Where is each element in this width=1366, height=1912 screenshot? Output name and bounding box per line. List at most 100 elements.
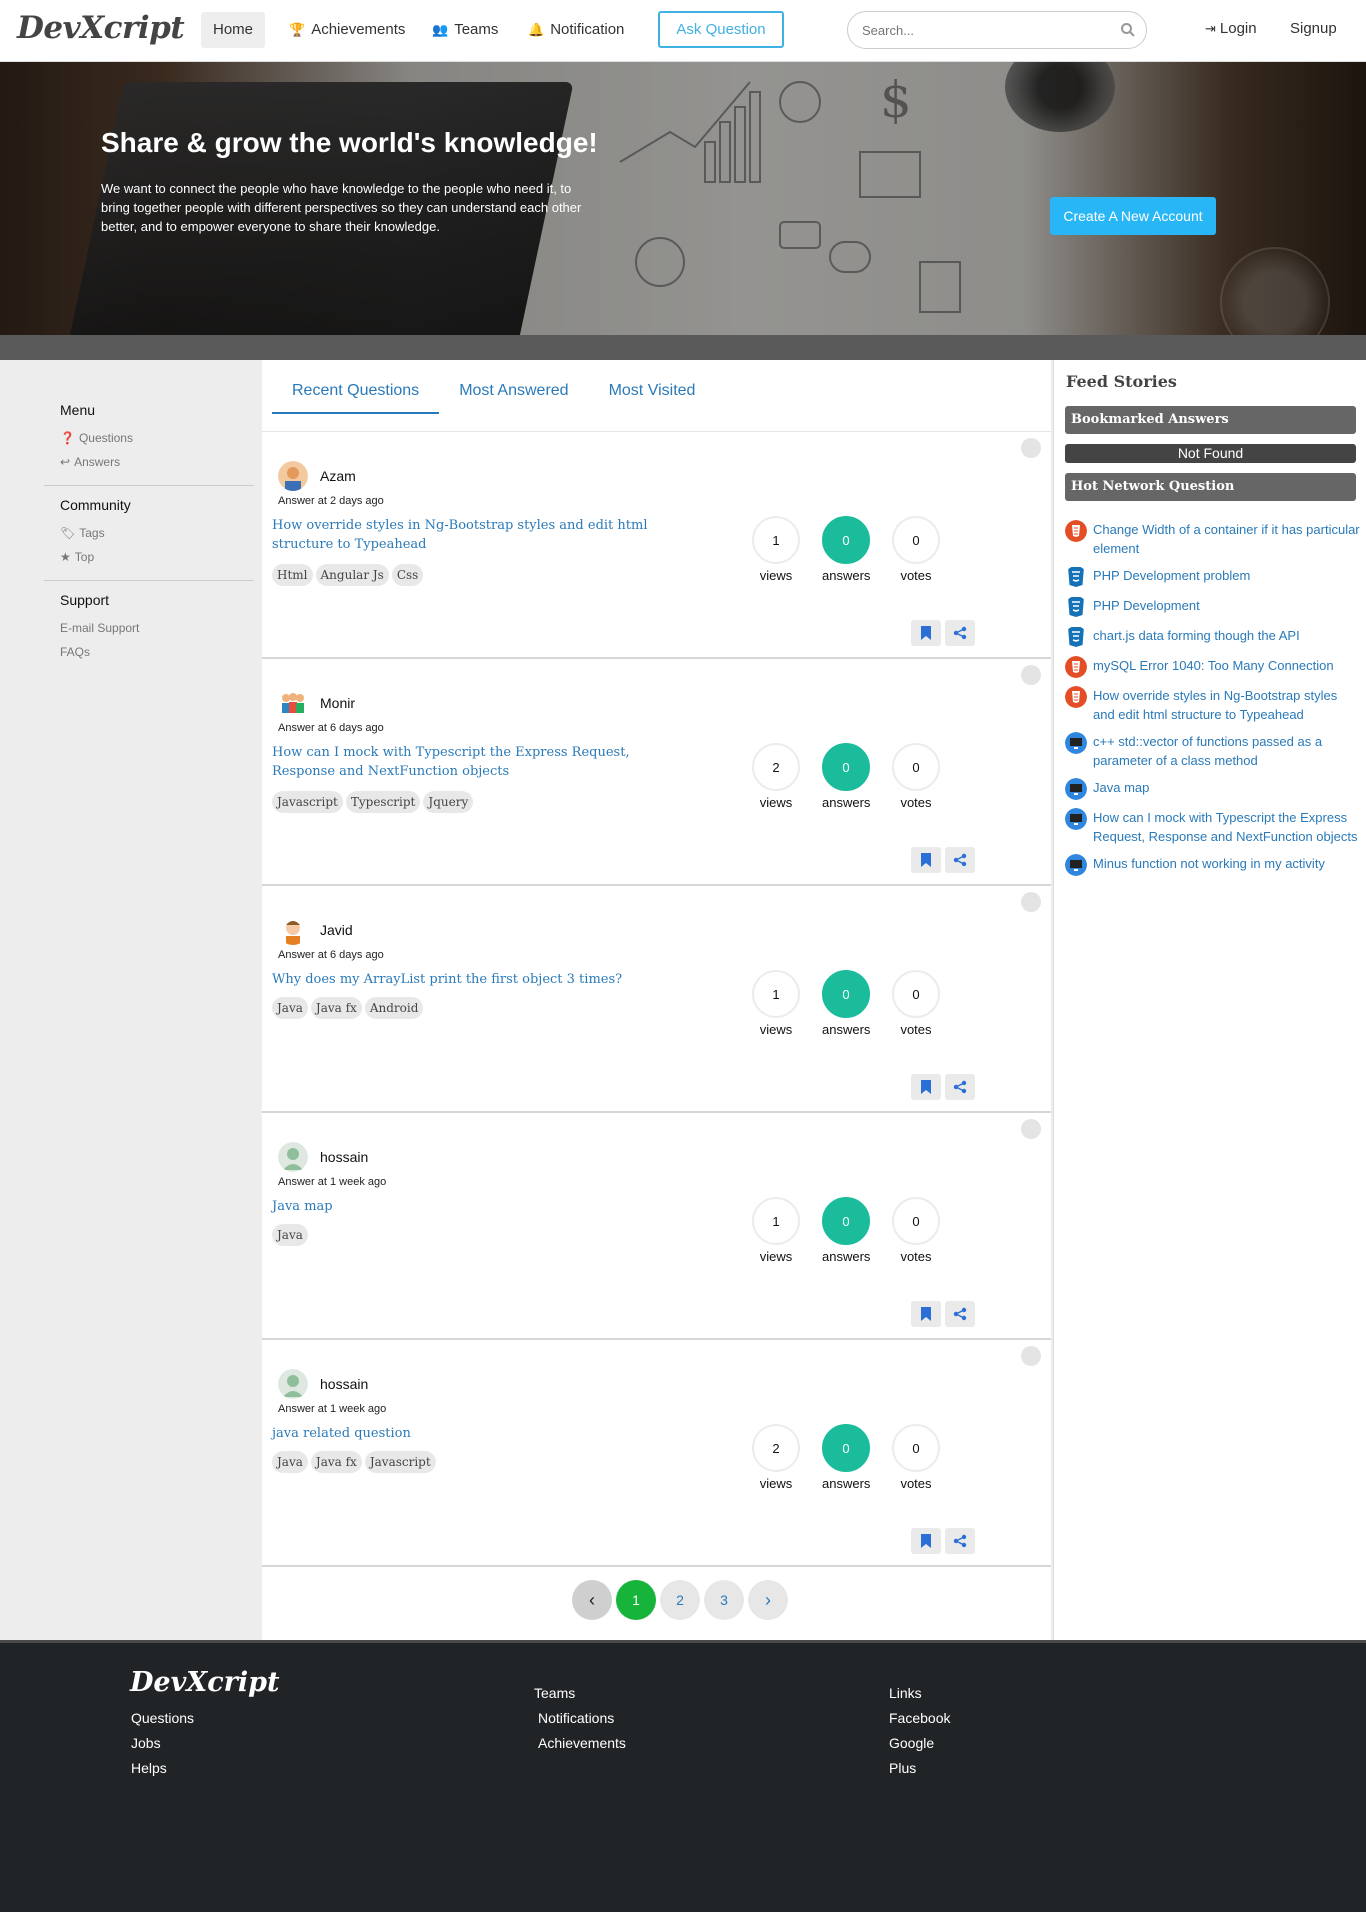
hot-question-link[interactable]: How override styles in Ng-Bootstrap styl… [1093,686,1360,724]
close-icon[interactable] [1021,1119,1041,1139]
nav-teams[interactable]: 👥 Teams [420,12,510,48]
community-section: Community 🏷 Tags ★ Top [44,497,254,581]
footer-link[interactable]: Jobs [131,1735,161,1751]
answers-stat: 0 answers [822,516,870,583]
create-account-button[interactable]: Create A New Account [1050,197,1216,235]
hot-question-link[interactable]: Change Width of a container if it has pa… [1093,520,1360,558]
tab-recent-questions[interactable]: Recent Questions [272,382,440,414]
sidebar-item-top[interactable]: ★ Top [60,545,254,569]
page-button-2[interactable]: 2 [660,1580,700,1620]
question-title[interactable]: How override styles in Ng-Bootstrap styl… [272,516,682,554]
share-button[interactable] [945,620,975,646]
footer-link[interactable]: Questions [131,1710,194,1726]
tag-chip[interactable]: Java fx [310,1451,362,1473]
footer-link[interactable]: Helps [131,1760,167,1776]
nav-home[interactable]: Home [201,12,266,48]
footer-link[interactable]: Facebook [889,1710,950,1726]
tag-chip[interactable]: Jquery [423,791,474,813]
tag-chip[interactable]: Css [391,564,424,586]
close-icon[interactable] [1021,438,1041,458]
hot-question-item[interactable]: mySQL Error 1040: Too Many Connection [1065,656,1360,678]
share-button[interactable] [945,1301,975,1327]
hot-question-item[interactable]: How override styles in Ng-Bootstrap styl… [1065,686,1360,724]
sidebar-item-label: Tags [79,526,105,540]
footer-link[interactable]: Links [889,1685,922,1701]
nav-achievements[interactable]: 🏆 Achievements [277,12,417,48]
bookmark-button[interactable] [911,1301,941,1327]
nav-notification[interactable]: 🔔 Notification [516,12,636,48]
footer-link[interactable]: Google [889,1735,934,1751]
close-icon[interactable] [1021,892,1041,912]
share-button[interactable] [945,1528,975,1554]
search-input[interactable] [862,12,1112,48]
hot-question-item[interactable]: PHP Development problem [1065,566,1360,588]
tag-chip[interactable]: Html [272,564,313,586]
hot-question-list: Change Width of a container if it has pa… [1065,520,1360,884]
footer-link[interactable]: Teams [534,1685,575,1701]
share-button[interactable] [945,847,975,873]
hot-question-item[interactable]: c++ std::vector of functions passed as a… [1065,732,1360,770]
hot-question-link[interactable]: Minus function not working in my activit… [1093,854,1325,873]
tag-chip[interactable]: Javascript [364,1451,436,1473]
hot-question-link[interactable]: mySQL Error 1040: Too Many Connection [1093,656,1334,675]
bookmarked-answers-header[interactable]: Bookmarked Answers [1065,406,1356,434]
next-page-button[interactable]: › [748,1580,788,1620]
signup-link[interactable]: Signup [1290,20,1337,37]
question-title[interactable]: java related question [272,1424,682,1443]
share-button[interactable] [945,1074,975,1100]
hot-question-link[interactable]: c++ std::vector of functions passed as a… [1093,732,1360,770]
tab-most-answered[interactable]: Most Answered [439,382,588,414]
close-icon[interactable] [1021,1346,1041,1366]
tag-chip[interactable]: Typescript [345,791,421,813]
footer-link[interactable]: Achievements [538,1735,626,1751]
bookmark-button[interactable] [911,620,941,646]
tag-chip[interactable]: Java [272,997,308,1019]
bookmark-button[interactable] [911,1074,941,1100]
hot-question-item[interactable]: How can I mock with Typescript the Expre… [1065,808,1360,846]
hot-question-link[interactable]: PHP Development problem [1093,566,1250,585]
author-name[interactable]: Monir [320,695,355,711]
ask-question-button[interactable]: Ask Question [658,11,784,48]
brand-logo[interactable]: DevXcript [17,10,185,46]
sidebar-item-questions[interactable]: ❓ Questions [60,426,254,450]
login-link[interactable]: ⇥ Login [1205,20,1257,37]
footer-link[interactable]: Plus [889,1760,916,1776]
hot-question-item[interactable]: Change Width of a container if it has pa… [1065,520,1360,558]
search-icon[interactable] [1120,22,1136,38]
question-title[interactable]: How can I mock with Typescript the Expre… [272,743,682,781]
hot-question-item[interactable]: PHP Development [1065,596,1360,618]
author-name[interactable]: hossain [320,1376,368,1392]
hot-question-item[interactable]: Java map [1065,778,1360,800]
author-name[interactable]: Javid [320,922,353,938]
hot-question-link[interactable]: chart.js data forming though the API [1093,626,1300,645]
hot-question-link[interactable]: How can I mock with Typescript the Expre… [1093,808,1360,846]
bookmark-button[interactable] [911,847,941,873]
tag-chip[interactable]: Java fx [310,997,362,1019]
bookmark-button[interactable] [911,1528,941,1554]
hot-question-item[interactable]: chart.js data forming though the API [1065,626,1360,648]
question-title[interactable]: Why does my ArrayList print the first ob… [272,970,682,989]
footer-link[interactable]: Notifications [538,1710,614,1726]
author-name[interactable]: hossain [320,1149,368,1165]
hot-question-link[interactable]: Java map [1093,778,1149,797]
sidebar-item-tags[interactable]: 🏷 Tags [60,521,254,545]
tag-chip[interactable]: Android [364,997,424,1019]
page-button-1[interactable]: 1 [616,1580,656,1620]
question-title[interactable]: Java map [272,1197,682,1216]
sidebar-item-email-support[interactable]: E-mail Support [60,616,254,640]
tag-chip[interactable]: Javascript [272,791,343,813]
tag-chip[interactable]: Java [272,1451,308,1473]
bookmark-icon [921,1307,931,1321]
author-name[interactable]: Azam [320,468,356,484]
tag-chip[interactable]: Java [272,1224,308,1246]
hot-question-link[interactable]: PHP Development [1093,596,1200,615]
footer-brand-logo[interactable]: DevXcript [130,1667,280,1698]
close-icon[interactable] [1021,665,1041,685]
sidebar-item-faqs[interactable]: FAQs [60,640,254,664]
tab-most-visited[interactable]: Most Visited [589,382,716,414]
page-button-3[interactable]: 3 [704,1580,744,1620]
hot-question-item[interactable]: Minus function not working in my activit… [1065,854,1360,876]
prev-page-button[interactable]: ‹ [572,1580,612,1620]
sidebar-item-answers[interactable]: ↩ Answers [60,450,254,474]
tag-chip[interactable]: Angular Js [315,564,389,586]
